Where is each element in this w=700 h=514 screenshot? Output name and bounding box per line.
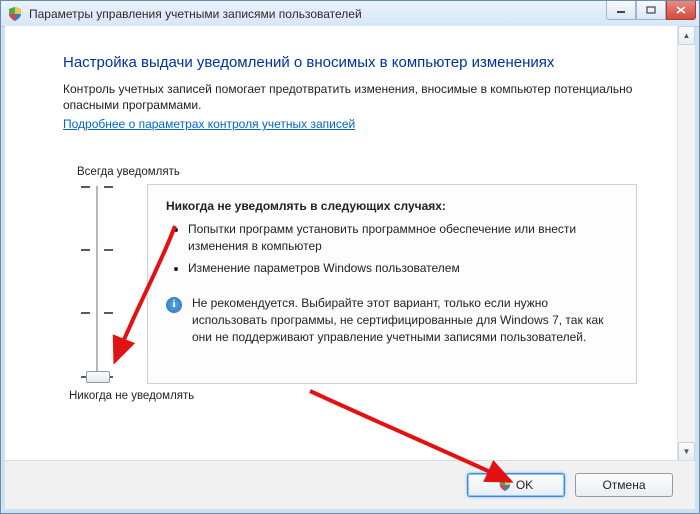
slider-tick (77, 249, 117, 251)
panel-bullet: Попытки программ установить программное … (188, 221, 618, 256)
panel-bullet-list: Попытки программ установить программное … (188, 221, 618, 277)
panel-note: i Не рекомендуется. Выбирайте этот вариа… (166, 295, 618, 345)
uac-slider[interactable] (77, 186, 117, 381)
scroll-up-button[interactable]: ▲ (678, 26, 695, 45)
ok-button[interactable]: OK (467, 473, 565, 497)
slider-thumb[interactable] (86, 371, 110, 383)
slider-area: Всегда уведомлять Никогда не уведомлять … (77, 166, 637, 402)
cancel-button-label: Отмена (602, 478, 645, 492)
panel-bullet: Изменение параметров Windows пользовател… (188, 260, 618, 277)
window-title: Параметры управления учетными записями п… (29, 7, 362, 21)
scroll-down-button[interactable]: ▼ (678, 442, 695, 461)
intro-text: Контроль учетных записей помогает предот… (63, 81, 669, 113)
slider-tick (77, 186, 117, 188)
page-heading: Настройка выдачи уведомлений о вносимых … (63, 54, 669, 71)
bottom-bar: OK Отмена (5, 460, 695, 509)
slider-track (96, 186, 98, 381)
info-icon: i (166, 297, 182, 313)
panel-note-text: Не рекомендуется. Выбирайте этот вариант… (192, 295, 618, 345)
vertical-scrollbar[interactable]: ▲ ▼ (677, 26, 695, 461)
scroll-track[interactable] (678, 45, 695, 442)
info-panel: Никогда не уведомлять в следующих случая… (147, 184, 637, 384)
ok-button-label: OK (516, 478, 533, 492)
minimize-button[interactable] (606, 1, 636, 20)
uac-shield-icon (7, 6, 23, 22)
panel-title: Никогда не уведомлять в следующих случая… (166, 199, 618, 213)
slider-label-bottom: Никогда не уведомлять (69, 390, 637, 402)
window-root: Параметры управления учетными записями п… (0, 0, 700, 514)
uac-shield-icon (499, 479, 511, 491)
maximize-button[interactable] (636, 1, 666, 20)
cancel-button[interactable]: Отмена (575, 473, 673, 497)
slider-tick (77, 312, 117, 314)
close-button[interactable] (666, 1, 696, 20)
client-area: Настройка выдачи уведомлений о вносимых … (5, 26, 695, 509)
titlebar: Параметры управления учетными записями п… (1, 1, 699, 27)
learn-more-link[interactable]: Подробнее о параметрах контроля учетных … (63, 117, 355, 131)
slider-label-top: Всегда уведомлять (77, 166, 637, 178)
